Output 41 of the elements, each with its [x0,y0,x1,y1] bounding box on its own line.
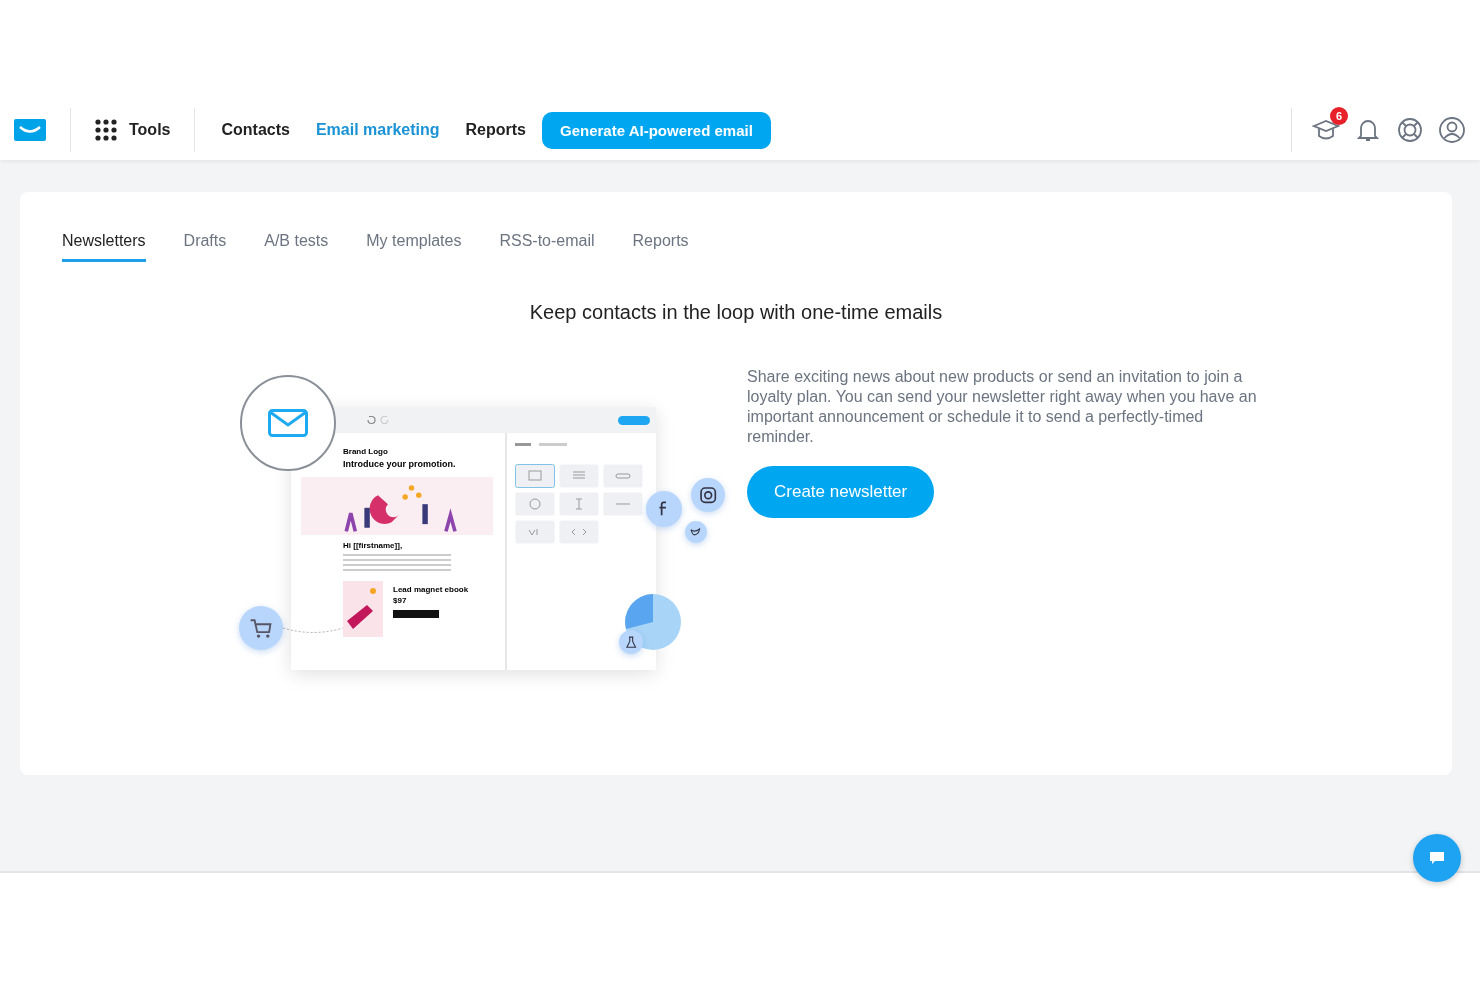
content-block-icon [559,520,599,544]
brand-label: Brand Logo [343,447,389,456]
tab[interactable]: My templates [366,232,462,262]
connector-line [283,625,343,635]
description-text: Share exciting news about new products or send an invitation to join a loyalty plan. You can send your newsletter right away when you have an important announcement or schedule it to send a perfectly-timed reminder. [747,367,1257,447]
email-headline: Introduce your promotion. [343,459,457,469]
cart-icon [239,606,283,650]
tools-menu[interactable]: Tools [71,119,195,141]
apps-grid-icon [95,119,117,141]
content-block-icon [515,492,555,516]
undo-redo-icon [366,415,390,425]
envelope-logo-icon[interactable] [14,119,46,141]
facebook-icon [646,491,682,527]
ebook-cover-drawing [343,581,383,637]
lifebuoy-icon[interactable] [1396,116,1424,144]
content-block-icon [515,520,555,544]
user-icon[interactable] [1438,116,1466,144]
nav-link[interactable]: Email marketing [315,121,440,139]
tab[interactable]: RSS-to-email [499,232,595,262]
content-block-icon [603,492,643,516]
nav-link[interactable]: Reports [465,121,526,139]
generate-email-button[interactable]: Generate AI-powered email [542,111,771,149]
email-greeting: Hi [[firstname]], [343,541,404,550]
section-heading: Keep contacts in the loop with one-time emails [528,301,944,324]
envelope-icon [268,409,308,437]
tab[interactable]: Newsletters [62,232,146,262]
content-block-icon [515,464,555,488]
product-price: $97 [393,596,408,605]
tab[interactable]: Reports [632,232,689,262]
instagram-icon [691,478,725,512]
nav-link[interactable]: Contacts [221,121,290,139]
create-newsletter-button[interactable]: Create newsletter [747,466,935,518]
content-block-icon [559,464,599,488]
content-block-icon [559,492,599,516]
tab[interactable]: Drafts [183,232,227,262]
chat-bubble-icon [1429,851,1445,865]
pie-chart-icon [625,594,681,650]
tab[interactable]: A/B tests [264,232,329,262]
notification-badge: 6 [1330,107,1348,125]
product-name: Lead magnet ebook [393,585,470,594]
content-block-icon [603,464,643,488]
